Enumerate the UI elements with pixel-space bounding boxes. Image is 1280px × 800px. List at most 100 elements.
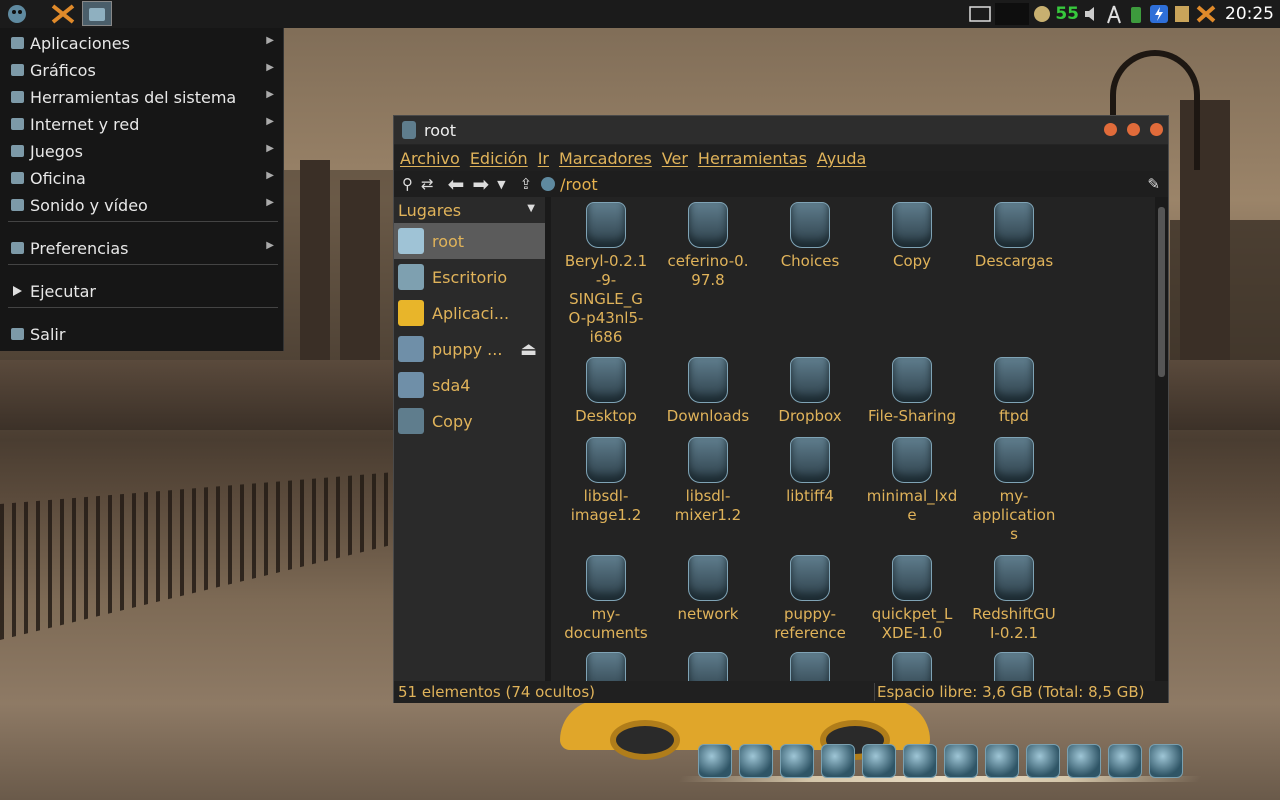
- network-globe-icon[interactable]: [1033, 5, 1051, 23]
- place-item[interactable]: Escritorio: [394, 259, 545, 295]
- place-item[interactable]: Copy: [394, 403, 545, 439]
- menu-item-salir[interactable]: Salir: [0, 321, 284, 347]
- file-item[interactable]: Dropbox: [759, 357, 861, 426]
- file-item[interactable]: Desktop: [555, 357, 657, 426]
- eject-icon[interactable]: ⏏: [520, 339, 537, 360]
- file-item[interactable]: Copy: [861, 202, 963, 271]
- file-item[interactable]: Downloads: [657, 357, 759, 426]
- chat-tray-icon[interactable]: [1195, 4, 1217, 24]
- file-item[interactable]: RedshiftGU I-0.2.1: [963, 555, 1065, 643]
- file-name-line: minimal_lxd: [866, 487, 958, 505]
- trash-icon[interactable]: [1149, 744, 1183, 778]
- place-label: Aplicaci...: [432, 303, 510, 323]
- desktop-switch-icon[interactable]: [969, 6, 992, 22]
- location-path[interactable]: /root: [560, 175, 597, 194]
- places-header[interactable]: Lugares ▼: [394, 197, 545, 223]
- window-titlebar[interactable]: root: [394, 116, 1168, 144]
- place-label: Copy: [432, 411, 473, 431]
- forward-icon[interactable]: ➡: [472, 172, 489, 196]
- file-item[interactable]: Descargas: [963, 202, 1065, 271]
- menu-herramientas[interactable]: Herramientas: [698, 149, 807, 168]
- file-item[interactable]: puppy-reference: [759, 555, 861, 643]
- menu-item-ejecutar[interactable]: Ejecutar: [0, 278, 284, 304]
- folder-icon: [586, 202, 626, 248]
- file-item[interactable]: ceferino-0. 97.8: [657, 202, 759, 290]
- menu-edici-n[interactable]: Edición: [470, 149, 528, 168]
- pencil-icon[interactable]: [1026, 744, 1060, 778]
- battery-icon[interactable]: [1127, 4, 1145, 24]
- menu-marcadores[interactable]: Marcadores: [559, 149, 652, 168]
- notes-icon[interactable]: [1173, 4, 1191, 24]
- tree-toggle-icon[interactable]: ⇄: [421, 175, 434, 193]
- minimize-button[interactable]: [1104, 123, 1117, 136]
- file-item[interactable]: [963, 652, 1065, 681]
- penguin-icon[interactable]: [739, 744, 773, 778]
- file-name-line: 97.8: [691, 271, 725, 289]
- screen-icon[interactable]: [1067, 744, 1101, 778]
- menu-item-oficina[interactable]: Oficina ▶: [0, 165, 284, 191]
- menu-item-preferencias[interactable]: Preferencias ▶: [0, 235, 284, 261]
- clock[interactable]: 20:25: [1225, 4, 1274, 24]
- menu-item-gr-ficos[interactable]: Gráficos ▶: [0, 57, 284, 83]
- globe-icon[interactable]: [903, 744, 937, 778]
- scrollbar-thumb[interactable]: [1158, 207, 1165, 377]
- taskbar-window-button[interactable]: [82, 1, 112, 26]
- file-item[interactable]: libtiff4: [759, 437, 861, 506]
- location-edit-icon[interactable]: ✎: [1147, 175, 1160, 193]
- file-item[interactable]: minimal_lxd e: [861, 437, 963, 525]
- gamepad-icon[interactable]: [780, 744, 814, 778]
- place-item[interactable]: sda4: [394, 367, 545, 403]
- place-item[interactable]: puppy ... ⏏: [394, 331, 545, 367]
- history-dropdown-icon[interactable]: ▼: [497, 178, 505, 191]
- menu-item-herramientas-del-sistema[interactable]: Herramientas del sistema ▶: [0, 84, 284, 110]
- vertical-scrollbar[interactable]: [1155, 197, 1168, 681]
- up-directory-icon[interactable]: ⇪: [520, 175, 533, 193]
- menu-separator: [8, 264, 278, 265]
- close-button[interactable]: [1150, 123, 1163, 136]
- place-item[interactable]: root: [394, 223, 545, 259]
- file-item[interactable]: Choices: [759, 202, 861, 271]
- file-name-line: puppy-: [783, 605, 837, 623]
- back-icon[interactable]: ⬅: [448, 172, 465, 196]
- file-item[interactable]: [759, 652, 861, 681]
- place-item[interactable]: Aplicaci...: [394, 295, 545, 331]
- file-name-line: Beryl-0.2.1: [564, 252, 648, 270]
- file-item[interactable]: my-application s: [963, 437, 1065, 544]
- file-name-line: mixer1.2: [674, 506, 742, 524]
- taskbar-app-button[interactable]: [48, 1, 78, 26]
- menu-ver[interactable]: Ver: [662, 149, 688, 168]
- start-menu-button[interactable]: [2, 1, 32, 26]
- settings-gear-icon[interactable]: [862, 744, 896, 778]
- network-tower-icon[interactable]: [1105, 4, 1123, 24]
- file-item[interactable]: [555, 652, 657, 681]
- volume-icon[interactable]: [1083, 5, 1101, 23]
- file-item[interactable]: libsdl-image1.2: [555, 437, 657, 525]
- file-item[interactable]: [861, 652, 963, 681]
- file-item[interactable]: my-documents: [555, 555, 657, 643]
- file-item[interactable]: network: [657, 555, 759, 624]
- file-item[interactable]: Beryl-0.2.1 -9- SINGLE_G O-p43nl5- i686: [555, 202, 657, 347]
- internet-icon: [10, 116, 26, 132]
- menu-item-aplicaciones[interactable]: Aplicaciones ▶: [0, 30, 284, 56]
- menu-item-sonido-y-v-deo[interactable]: Sonido y vídeo ▶: [0, 192, 284, 218]
- menu-item-internet-y-red[interactable]: Internet y red ▶: [0, 111, 284, 137]
- file-item[interactable]: libsdl-mixer1.2: [657, 437, 759, 525]
- wrench-icon[interactable]: [985, 744, 1019, 778]
- maximize-button[interactable]: [1127, 123, 1140, 136]
- places-toggle-icon[interactable]: ⚲: [402, 175, 413, 193]
- file-item[interactable]: [657, 652, 759, 681]
- file-item[interactable]: File-Sharing: [861, 357, 963, 426]
- menu-ir[interactable]: Ir: [538, 149, 549, 168]
- workspace-pager[interactable]: [995, 3, 1030, 25]
- power-icon[interactable]: [698, 744, 732, 778]
- graphics-icon: [10, 62, 26, 78]
- file-item[interactable]: ftpd: [963, 357, 1065, 426]
- user-icon[interactable]: [821, 744, 855, 778]
- menu-item-juegos[interactable]: Juegos ▶: [0, 138, 284, 164]
- power-manager-icon[interactable]: [1149, 4, 1169, 24]
- tools-icon[interactable]: [944, 744, 978, 778]
- headphones-icon[interactable]: [1108, 744, 1142, 778]
- menu-archivo[interactable]: Archivo: [400, 149, 460, 168]
- menu-ayuda[interactable]: Ayuda: [817, 149, 866, 168]
- file-item[interactable]: quickpet_L XDE-1.0: [861, 555, 963, 643]
